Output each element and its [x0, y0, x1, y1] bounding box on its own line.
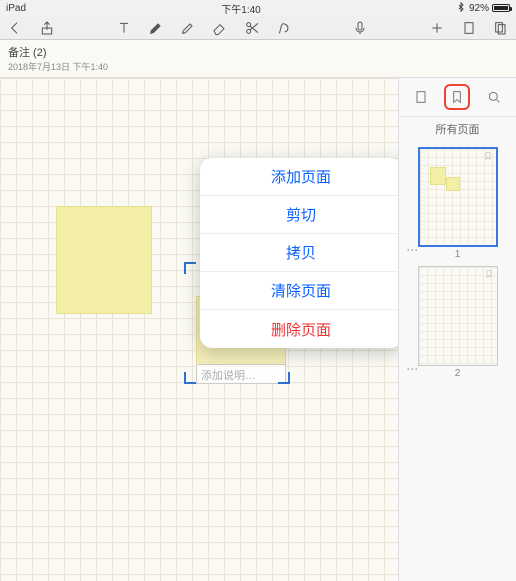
- status-bar: iPad 下午1:40 92%: [0, 0, 516, 16]
- menu-clear-page[interactable]: 清除页面: [200, 272, 398, 310]
- tab-search[interactable]: [481, 84, 507, 110]
- pages-sidebar: 所有页面 ⋮1⋮2: [398, 78, 516, 581]
- back-button[interactable]: [6, 19, 24, 37]
- canvas[interactable]: 添加说明… 添加页面 剪切 拷贝 清除页面 删除页面: [0, 78, 398, 581]
- page-thumbnail[interactable]: ⋮2: [418, 266, 498, 379]
- pen-tool[interactable]: [147, 19, 165, 37]
- selection-handle-tl[interactable]: [184, 262, 196, 274]
- thumb-number: 1: [418, 249, 498, 260]
- menu-add-page[interactable]: 添加页面: [200, 158, 398, 196]
- main-area: 添加说明… 添加页面 剪切 拷贝 清除页面 删除页面 所有页面 ⋮1⋮2: [0, 78, 516, 581]
- thumb-menu-button[interactable]: ⋮: [406, 244, 420, 256]
- page-icon[interactable]: [460, 19, 478, 37]
- menu-copy[interactable]: 拷贝: [200, 234, 398, 272]
- add-button[interactable]: [428, 19, 446, 37]
- main-toolbar: [0, 16, 516, 40]
- menu-delete-page[interactable]: 删除页面: [200, 310, 398, 348]
- page-thumbnail[interactable]: ⋮1: [418, 147, 498, 260]
- sidebar-tabs: [399, 78, 516, 117]
- share-button[interactable]: [38, 19, 56, 37]
- status-time: 下午1:40: [26, 1, 456, 16]
- note-title: 备注 (2): [8, 44, 508, 60]
- status-right: 92%: [456, 2, 510, 15]
- selection-handle-br[interactable]: [278, 372, 290, 384]
- lasso-tool[interactable]: [275, 19, 293, 37]
- menu-cut[interactable]: 剪切: [200, 196, 398, 234]
- thumbnail-list: ⋮1⋮2: [399, 141, 516, 581]
- thumb-sticky: [446, 177, 460, 191]
- text-tool[interactable]: [115, 19, 133, 37]
- thumb-sticky: [430, 167, 446, 185]
- note-date: 2018年7月13日 下午1:40: [8, 60, 508, 73]
- bluetooth-icon: [456, 2, 466, 15]
- status-device: iPad: [6, 3, 26, 14]
- scissors-tool[interactable]: [243, 19, 261, 37]
- thumb-number: 2: [418, 368, 498, 379]
- sticky-note[interactable]: [56, 206, 152, 314]
- eraser-tool[interactable]: [211, 19, 229, 37]
- bookmark-icon: [484, 149, 492, 161]
- highlighter-tool[interactable]: [179, 19, 197, 37]
- sidebar-title: 所有页面: [399, 117, 516, 141]
- thumb-menu-button[interactable]: ⋮: [406, 363, 420, 375]
- pages-panel-icon[interactable]: [492, 19, 510, 37]
- tab-bookmark[interactable]: [444, 84, 470, 110]
- bookmark-icon: [485, 267, 493, 279]
- context-menu: 添加页面 剪切 拷贝 清除页面 删除页面: [200, 158, 398, 348]
- mic-button[interactable]: [351, 19, 369, 37]
- battery-percent: 92%: [469, 3, 489, 14]
- tab-single-page[interactable]: [408, 84, 434, 110]
- note-header: 备注 (2) 2018年7月13日 下午1:40: [0, 40, 516, 78]
- selection-handle-bl[interactable]: [184, 372, 196, 384]
- battery-icon: [492, 4, 510, 12]
